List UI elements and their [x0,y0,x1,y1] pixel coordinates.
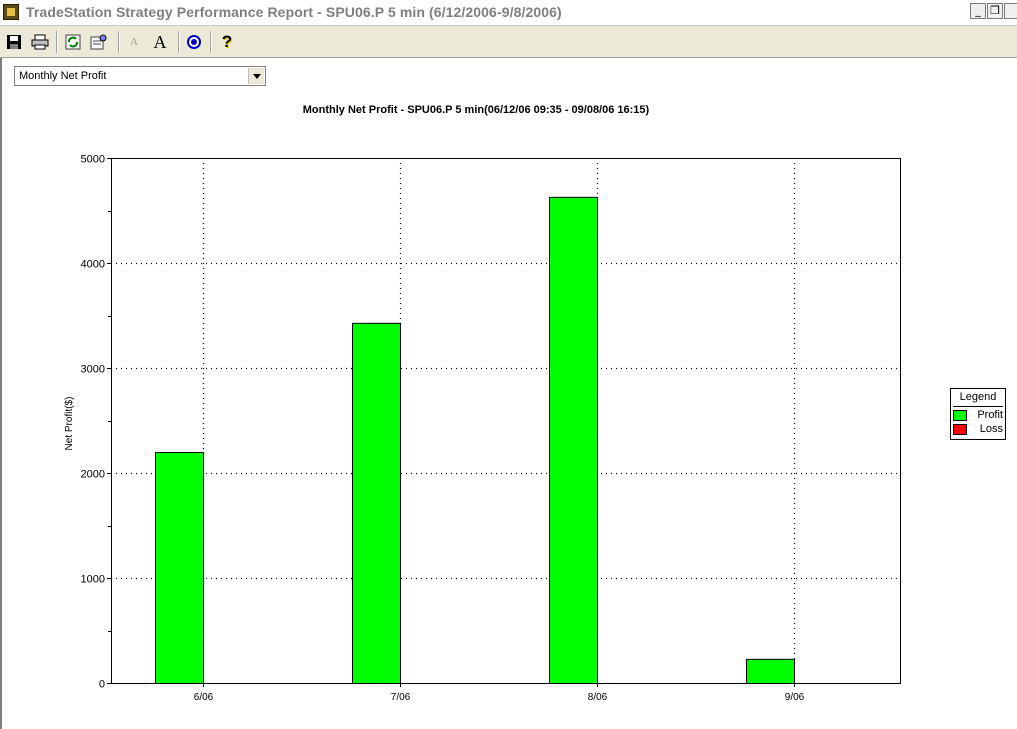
y-axis-label: Net Profit($) [64,397,75,451]
x-tick-label: 7/06 [391,692,411,703]
bar-8-06 [549,196,598,684]
legend-item-loss: Loss [953,423,1005,436]
bar-9-06 [746,658,795,684]
legend-item-profit: Profit [953,409,1005,422]
y-tick-label: 3000 [81,364,105,376]
x-tick-label: 6/06 [194,692,214,703]
legend-swatch-profit [953,410,967,421]
y-tick-label: 1000 [81,574,105,586]
x-tick-label: 8/06 [588,692,608,703]
chart-legend: Legend Profit Loss [950,388,1006,440]
legend-title: Legend [959,391,997,403]
bar-6-06 [155,452,204,684]
y-tick-label: 5000 [81,154,105,166]
y-tick-label: 2000 [81,469,105,481]
y-tick-label: 0 [99,679,105,691]
monthly-net-profit-chart: 0 1000 2000 3000 4000 5000 6/06 7/06 8/06 9/06 Ne… [64,154,901,703]
legend-swatch-loss [953,424,967,435]
y-tick-label: 4000 [81,259,105,271]
bar-7-06 [352,322,401,684]
x-tick-label: 9/06 [785,692,805,703]
legend-divider [953,406,1003,407]
legend-label-loss: Loss [979,423,1003,435]
legend-label-profit: Profit [977,409,1003,421]
plot-frame [111,158,901,684]
